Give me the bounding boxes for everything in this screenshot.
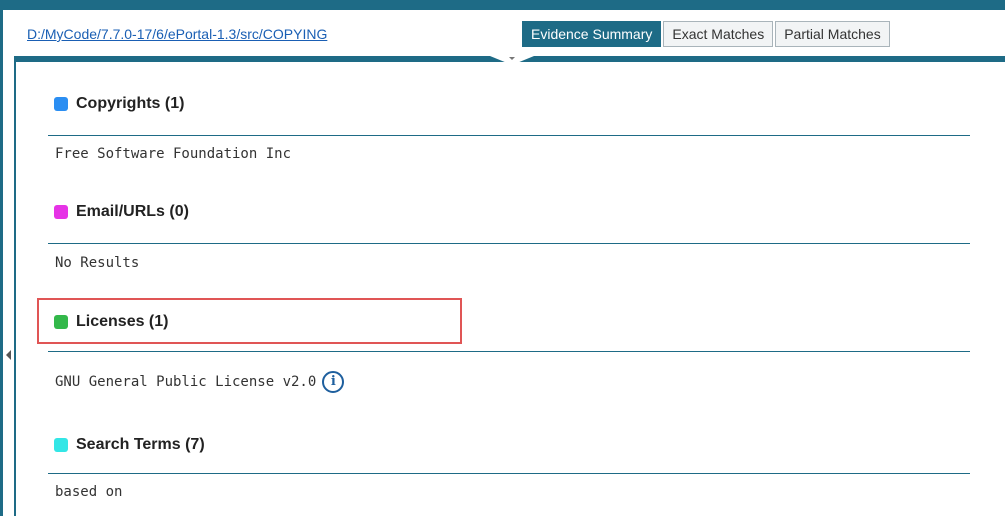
tab-partial-matches[interactable]: Partial Matches [775,21,890,47]
emails-title: Email/URLs (0) [76,203,189,220]
search-terms-title: Search Terms (7) [76,436,205,453]
licenses-divider [48,351,970,352]
emails-color-swatch [54,205,68,219]
copyrights-color-swatch [54,97,68,111]
emails-heading: Email/URLs (0) [54,203,189,221]
copyrights-title: Copyrights (1) [76,95,185,112]
license-highlight-box [37,298,462,344]
info-icon[interactable]: i [322,371,345,393]
copyrights-divider [48,135,970,136]
evidence-tabs: Evidence Summary Exact Matches Partial M… [522,21,890,47]
tab-evidence-summary[interactable]: Evidence Summary [522,21,662,47]
license-value: GNU General Public License v2.0 i [55,371,345,393]
license-name: GNU General Public License v2.0 [55,374,317,390]
top-frame-border [0,0,1005,10]
search-terms-heading: Search Terms (7) [54,436,205,454]
search-terms-value: based on [55,484,123,500]
evidence-summary-panel: Copyrights (1) Free Software Foundation … [0,62,1005,516]
search-terms-color-swatch [54,438,68,452]
search-terms-divider [48,473,970,474]
caret-down-icon [509,57,515,60]
file-path-link[interactable]: D:/MyCode/7.7.0-17/6/ePortal-1.3/src/COP… [27,26,327,42]
copyright-value: Free Software Foundation Inc [55,146,292,162]
copyrights-heading: Copyrights (1) [54,95,184,113]
emails-value: No Results [55,255,140,271]
tab-exact-matches[interactable]: Exact Matches [663,21,774,47]
emails-divider [48,243,970,244]
